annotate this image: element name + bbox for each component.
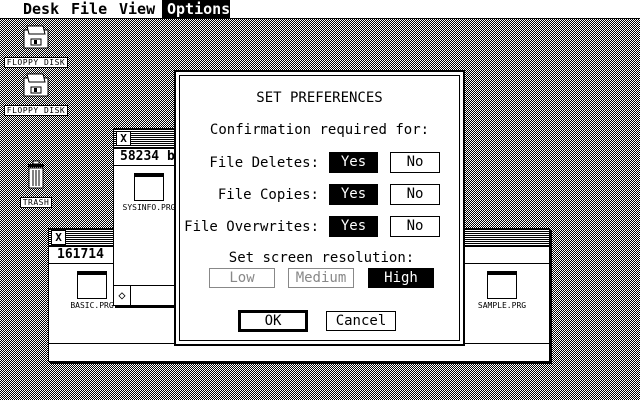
dialog-title: SET PREFERENCES — [256, 90, 383, 106]
floppy-disk-b[interactable]: FLOPPY DISK — [0, 72, 72, 117]
resolution-label: Set screen resolution: — [228, 250, 415, 266]
menu-desk[interactable]: Desk — [18, 0, 64, 18]
file-deletes-no-button[interactable]: No — [390, 152, 440, 173]
file-sample-prg[interactable]: SAMPLE.PRG — [467, 271, 537, 310]
file-sample-prg-label: SAMPLE.PRG — [477, 301, 527, 310]
file-basic-prg-label: BASIC.PRG — [70, 301, 114, 310]
floppy-disk-a[interactable]: FLOPPY DISK — [0, 24, 72, 69]
ok-button[interactable]: OK — [238, 310, 308, 332]
menu-bar: Desk File View Options — [0, 0, 640, 19]
program-file-icon — [77, 271, 107, 299]
program-file-icon — [487, 271, 517, 299]
file-copies-no-button[interactable]: No — [390, 184, 440, 205]
cancel-button[interactable]: Cancel — [326, 311, 396, 331]
trash-label: TRASH — [19, 197, 53, 208]
resolution-high-button[interactable]: High — [368, 268, 434, 288]
file-overwrites-no-button[interactable]: No — [390, 216, 440, 237]
scroll-left-icon[interactable]: ◇ — [114, 286, 131, 305]
resolution-medium-button[interactable]: Medium — [288, 268, 354, 288]
set-preferences-dialog: SET PREFERENCES Confirmation required fo… — [174, 70, 465, 346]
menu-file[interactable]: File — [66, 0, 112, 18]
file-deletes-label: File Deletes: — [209, 155, 319, 171]
file-sysinfo-prg-label: SYSINFO.PRG — [122, 203, 176, 212]
dialog-subtitle: Confirmation required for: — [209, 122, 430, 138]
trash[interactable]: TRASH — [0, 160, 72, 209]
floppy-disk-icon — [23, 73, 49, 97]
file-overwrites-yes-button[interactable]: Yes — [329, 216, 378, 237]
file-deletes-yes-button[interactable]: Yes — [329, 152, 378, 173]
close-box-icon[interactable]: X — [116, 131, 131, 146]
close-box-icon[interactable]: X — [51, 230, 66, 245]
trash-can-icon — [28, 160, 44, 189]
floppy-disk-icon — [23, 25, 49, 49]
resolution-low-button[interactable]: Low — [209, 268, 275, 288]
program-file-icon — [134, 173, 164, 201]
dialog-frame — [179, 75, 460, 341]
file-copies-label: File Copies: — [217, 187, 319, 203]
floppy-disk-a-label: FLOPPY DISK — [3, 57, 69, 68]
file-copies-yes-button[interactable]: Yes — [329, 184, 378, 205]
menu-options[interactable]: Options — [162, 0, 230, 18]
floppy-disk-b-label: FLOPPY DISK — [3, 105, 69, 116]
file-overwrites-label: File Overwrites: — [184, 219, 319, 235]
menu-view[interactable]: View — [114, 0, 160, 18]
